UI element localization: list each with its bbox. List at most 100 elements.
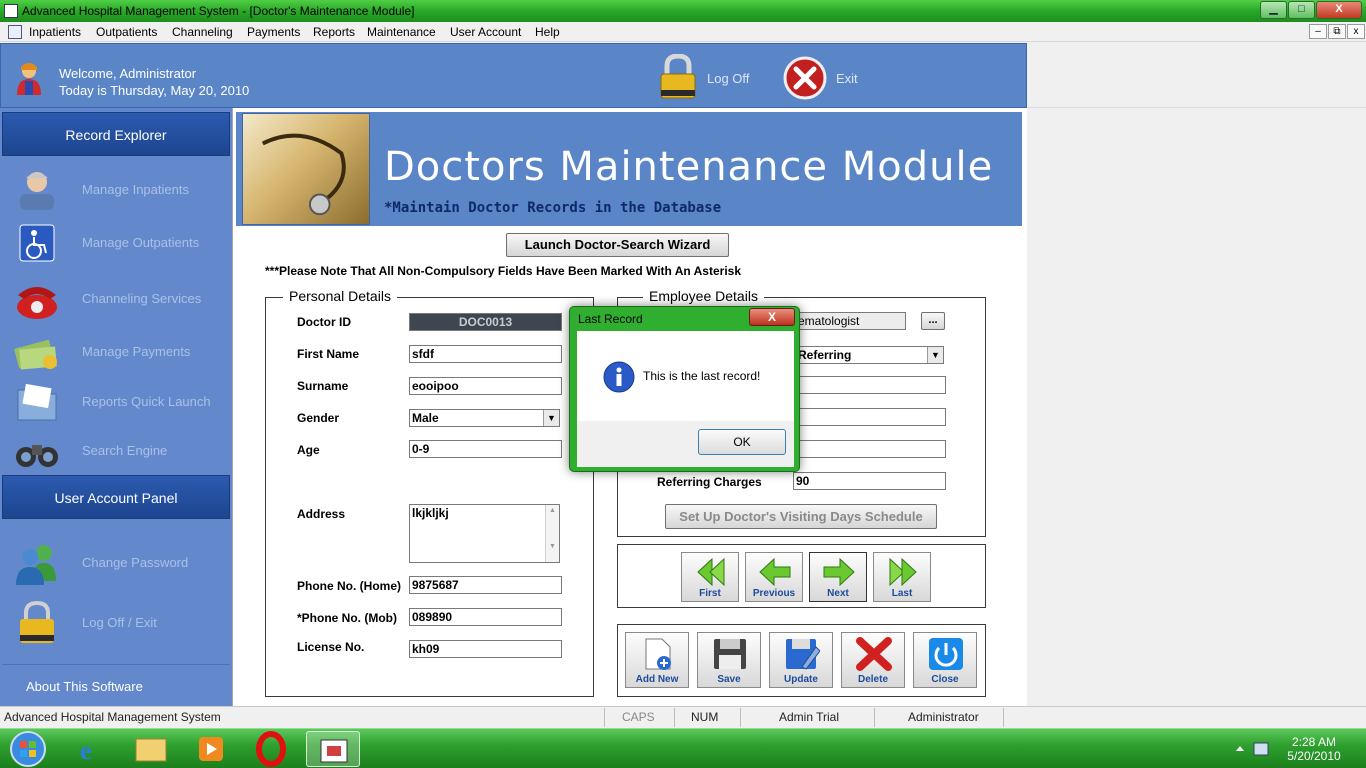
last-arrow-icon — [889, 557, 917, 587]
delete-button[interactable]: Delete — [841, 632, 905, 688]
clock-date: 5/20/2010 — [1287, 749, 1341, 763]
mdi-restore-button[interactable]: ⧉ — [1328, 24, 1346, 39]
user-indicator: Administrator — [908, 710, 979, 724]
sidebar-item-manage-outpatients[interactable]: Manage Outpatients — [12, 215, 228, 265]
about-software-item[interactable]: About This Software — [2, 664, 230, 704]
sidebar-item-channeling-services[interactable]: Channeling Services — [12, 271, 228, 321]
hospital-app-taskbar-item[interactable] — [306, 731, 360, 767]
update-button[interactable]: Update — [769, 632, 833, 688]
module-title: Doctors Maintenance Module — [384, 144, 994, 190]
opera-taskbar-item[interactable] — [244, 731, 298, 767]
next-button[interactable]: Next — [809, 552, 867, 602]
chevron-down-icon[interactable]: ▼ — [543, 410, 559, 426]
info-icon — [603, 361, 635, 393]
window-title: Advanced Hospital Management System - [D… — [22, 4, 415, 18]
minimize-button[interactable]: ▁ — [1260, 1, 1287, 19]
previous-button[interactable]: Previous — [745, 552, 803, 602]
close-form-button[interactable]: Close — [913, 632, 977, 688]
employee-field-1[interactable] — [795, 376, 946, 394]
surname-field[interactable]: eooipoo — [409, 377, 562, 395]
sidebar-item-logoff-exit[interactable]: Log Off / Exit — [12, 595, 228, 645]
record-explorer-header[interactable]: Record Explorer — [2, 112, 230, 156]
first-button[interactable]: First — [681, 552, 739, 602]
phone-home-field[interactable]: 9875687 — [409, 576, 562, 594]
system-clock[interactable]: 2:28 AM 5/20/2010 — [1278, 735, 1350, 763]
last-button[interactable]: Last — [873, 552, 931, 602]
sidebar-item-label: Manage Inpatients — [82, 182, 189, 197]
exit-link[interactable]: Exit — [836, 71, 858, 86]
users-icon — [16, 545, 56, 585]
start-orb-icon[interactable] — [4, 729, 52, 768]
exit-icon[interactable] — [783, 56, 827, 100]
specialization-field[interactable]: ematologist — [795, 312, 906, 330]
menu-payments[interactable]: Payments — [247, 25, 300, 39]
mdi-close-button[interactable]: x — [1347, 24, 1365, 39]
explorer-taskbar-item[interactable] — [124, 731, 178, 767]
sidebar-item-label: Change Password — [82, 555, 189, 570]
tray-icons[interactable] — [1232, 741, 1272, 757]
menu-maintenance[interactable]: Maintenance — [367, 25, 436, 39]
phone-mob-field[interactable]: 089890 — [409, 608, 562, 626]
sidebar-item-label: Search Engine — [82, 443, 168, 458]
menu-bar: Inpatients Outpatients Channeling Paymen… — [0, 22, 1366, 42]
referring-charges-field[interactable]: 90 — [793, 472, 946, 490]
browse-specialization-button[interactable]: ... — [921, 312, 945, 330]
internet-explorer-taskbar-item[interactable]: e — [64, 731, 118, 767]
today-text: Today is Thursday, May 20, 2010 — [59, 83, 250, 98]
menu-help[interactable]: Help — [535, 25, 560, 39]
stethoscope-icon — [261, 133, 346, 216]
mdi-minimize-button[interactable]: – — [1309, 24, 1327, 39]
gender-select[interactable]: Male ▼ — [409, 409, 560, 427]
maximize-button[interactable]: □ — [1288, 1, 1315, 19]
sidebar-item-label: Manage Payments — [82, 344, 191, 359]
mode-cell: Admin Trial — [740, 708, 874, 727]
ok-button[interactable]: OK — [698, 429, 786, 455]
address-textarea[interactable]: lkjkljkj ▲ ▼ — [409, 504, 560, 563]
menu-outpatients[interactable]: Outpatients — [96, 25, 157, 39]
sidebar-item-reports-quick-launch[interactable]: Reports Quick Launch — [12, 374, 228, 424]
num-cell: NUM — [674, 708, 740, 727]
gender-label: Gender — [297, 411, 340, 425]
chevron-down-icon[interactable]: ▼ — [927, 347, 943, 363]
add-new-button[interactable]: Add New — [625, 632, 689, 688]
mdi-icon[interactable] — [8, 25, 22, 39]
dialog-close-button[interactable]: X — [749, 308, 795, 326]
sidebar-item-manage-payments[interactable]: Manage Payments — [12, 324, 228, 374]
visiting-schedule-button[interactable]: Set Up Doctor's Visiting Days Schedule — [665, 504, 937, 529]
employee-field-3[interactable] — [795, 440, 946, 458]
address-label: Address — [297, 507, 346, 521]
age-field[interactable]: 0-9 — [409, 440, 562, 458]
dialog-message: This is the last record! — [643, 369, 761, 383]
media-player-taskbar-item[interactable] — [184, 731, 238, 767]
launch-search-wizard-button[interactable]: Launch Doctor-Search Wizard — [506, 233, 729, 257]
next-arrow-icon — [823, 557, 855, 587]
sidebar-item-change-password[interactable]: Change Password — [12, 535, 228, 585]
sidebar-item-label: Manage Outpatients — [82, 235, 200, 250]
doctor-type-select[interactable]: Referring ▼ — [795, 346, 944, 364]
referring-charges-label: Referring Charges — [657, 475, 762, 489]
age-label: Age — [297, 443, 320, 457]
close-button[interactable]: X — [1316, 1, 1362, 19]
license-field[interactable]: kh09 — [409, 640, 562, 658]
asterisk-note: ***Please Note That All Non-Compulsory F… — [265, 264, 742, 278]
menu-reports[interactable]: Reports — [313, 25, 355, 39]
binoculars-icon — [16, 445, 58, 467]
menu-channeling[interactable]: Channeling — [172, 25, 233, 39]
menu-inpatients[interactable]: Inpatients — [29, 25, 81, 39]
save-button[interactable]: Save — [697, 632, 761, 688]
num-indicator: NUM — [691, 710, 719, 724]
mode-indicator: Admin Trial — [779, 710, 840, 724]
sidebar-item-search-engine[interactable]: Search Engine — [12, 423, 228, 473]
app-icon[interactable] — [4, 4, 18, 18]
phone-mob-label: *Phone No. (Mob) — [297, 611, 397, 625]
user-cell: Administrator — [874, 708, 1004, 727]
logoff-link[interactable]: Log Off — [707, 71, 749, 86]
address-scrollbar[interactable]: ▲ ▼ — [545, 505, 559, 562]
hospital-app-icon — [320, 739, 348, 763]
menu-user-account[interactable]: User Account — [450, 25, 521, 39]
first-name-field[interactable]: sfdf — [409, 345, 562, 363]
employee-field-2[interactable] — [795, 408, 946, 426]
padlock-icon[interactable] — [657, 54, 699, 100]
sidebar-item-manage-inpatients[interactable]: Manage Inpatients — [12, 162, 228, 212]
user-account-panel-header[interactable]: User Account Panel — [2, 475, 230, 519]
